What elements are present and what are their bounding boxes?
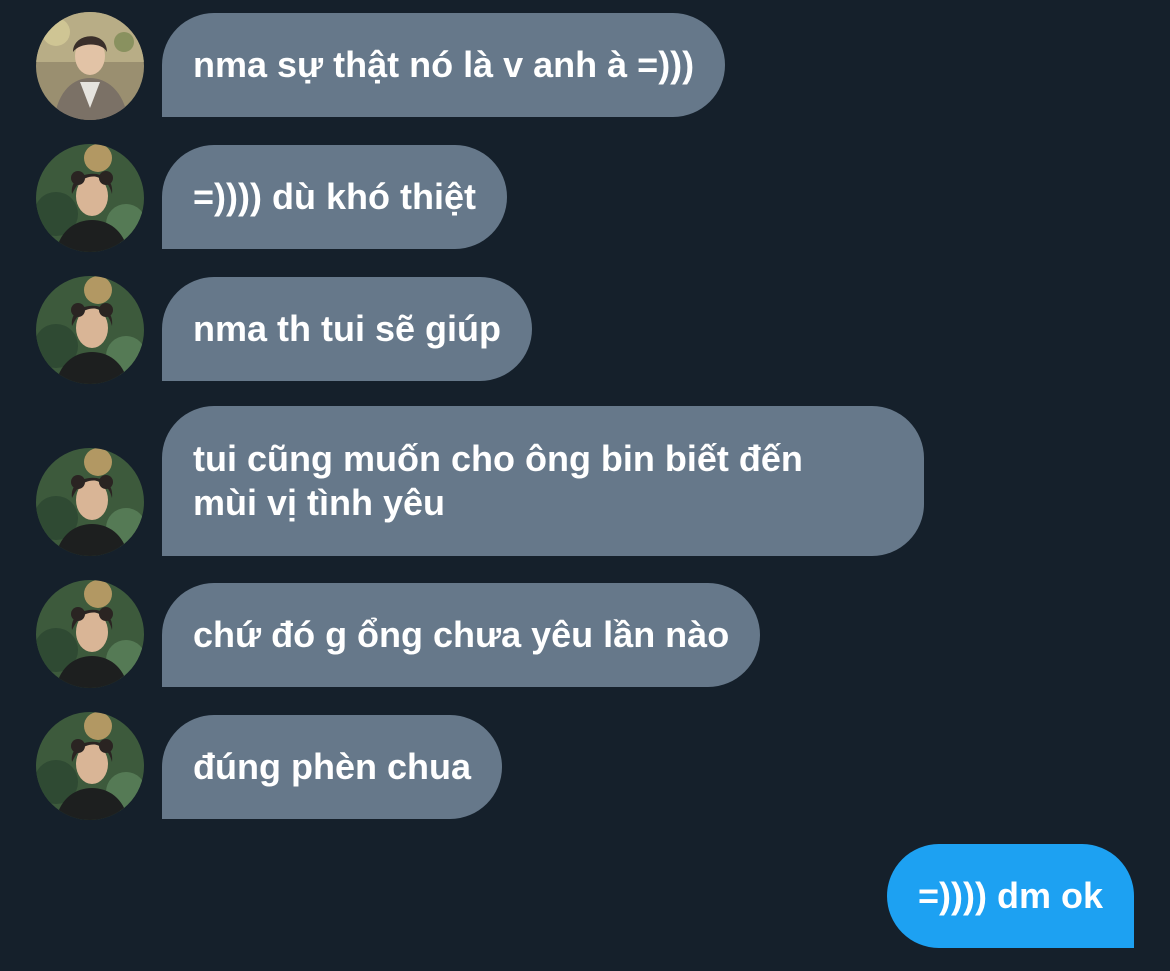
message-bubble-incoming: đúng phèn chua bbox=[162, 715, 502, 819]
avatar[interactable] bbox=[36, 144, 144, 252]
avatar-person-curly-image bbox=[36, 144, 144, 252]
avatar[interactable] bbox=[36, 448, 144, 556]
message-bubble-outgoing: =)))) dm ok bbox=[887, 844, 1134, 948]
message-bubble-incoming: chứ đó g ổng chưa yêu lần nào bbox=[162, 583, 761, 687]
message-thread: nma sự thật nó là v anh à =))) =)))) dù … bbox=[0, 0, 1170, 971]
avatar[interactable] bbox=[36, 276, 144, 384]
avatar-person-curly-image bbox=[36, 712, 144, 820]
message-bubble-incoming: nma th tui sẽ giúp bbox=[162, 277, 533, 381]
message-bubble-incoming: nma sự thật nó là v anh à =))) bbox=[162, 13, 726, 117]
avatar-person-curly-image bbox=[36, 580, 144, 688]
avatar-person-jacket-image bbox=[36, 12, 144, 120]
message-bubble-incoming: =)))) dù khó thiệt bbox=[162, 145, 507, 249]
avatar[interactable] bbox=[36, 580, 144, 688]
avatar[interactable] bbox=[36, 712, 144, 820]
message-bubble-incoming: tui cũng muốn cho ông bin biết đến mùi v… bbox=[162, 406, 924, 556]
avatar[interactable] bbox=[36, 12, 144, 120]
avatar-person-curly-image bbox=[36, 448, 144, 556]
avatar-person-curly-image bbox=[36, 276, 144, 384]
